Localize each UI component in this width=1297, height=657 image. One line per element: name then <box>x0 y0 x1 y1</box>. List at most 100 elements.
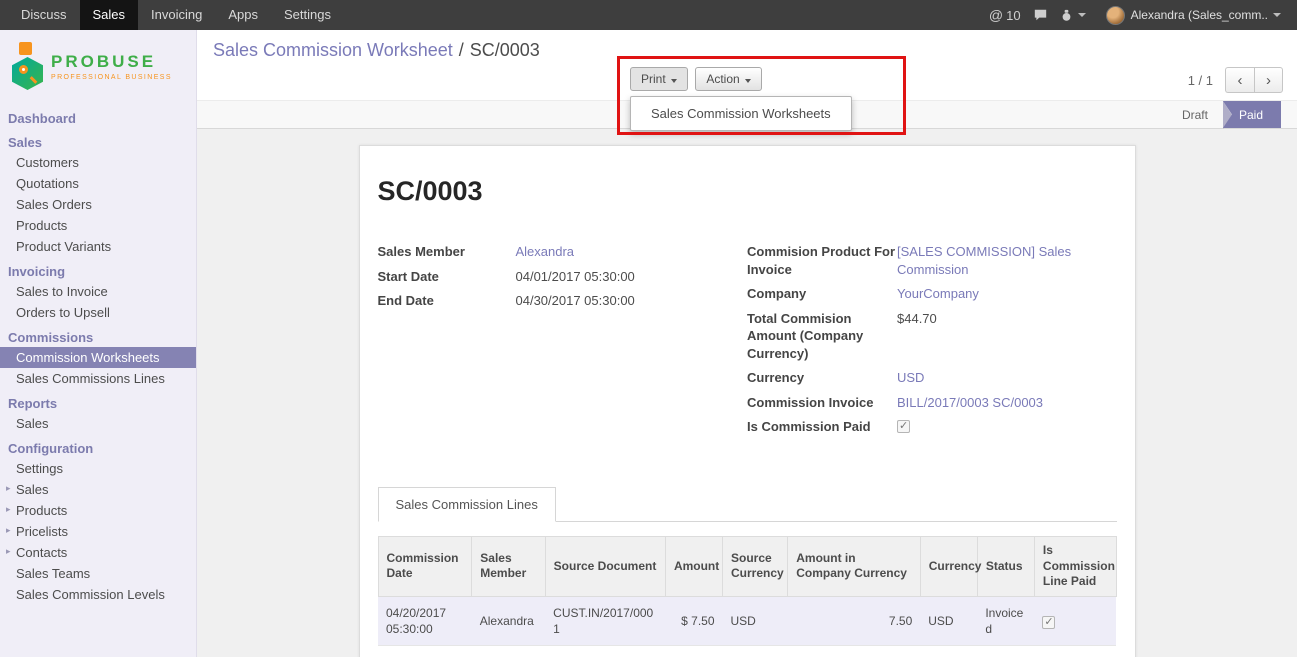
avatar <box>1106 6 1125 25</box>
cell-commission-date: 04/20/2017 05:30:00 <box>378 646 472 657</box>
field-label: End Date <box>378 292 516 310</box>
field-group-right: Commision Product For Invoice [SALES COM… <box>747 243 1117 443</box>
field-groups: Sales Member Alexandra Start Date 04/01/… <box>378 243 1117 443</box>
col-header-sales-member[interactable]: Sales Member <box>472 536 545 596</box>
sidebar-item-sales-commission-levels[interactable]: Sales Commission Levels <box>0 584 196 605</box>
form-view-content: SC/0003 Sales Member Alexandra Start Dat… <box>197 129 1297 657</box>
field-commission-product: Commision Product For Invoice [SALES COM… <box>747 243 1117 278</box>
col-header-amount[interactable]: Amount <box>665 536 722 596</box>
menu-sales[interactable]: Sales <box>80 0 139 30</box>
currency-link[interactable]: USD <box>897 369 924 387</box>
sidebar-item-contacts[interactable]: ▸Contacts <box>0 542 196 563</box>
cell-sales-member: Alexandra <box>472 646 545 657</box>
dropdown-item-sales-commission-worksheets[interactable]: Sales Commission Worksheets <box>631 101 851 126</box>
status-draft[interactable]: Draft <box>1167 101 1223 128</box>
logo-text: PROBUSE PROFESSIONAL BUSINESS <box>51 52 172 81</box>
magnifier-handle-icon <box>30 76 38 84</box>
field-label: Sales Member <box>378 243 516 261</box>
col-header-source-currency[interactable]: Source Currency <box>723 536 788 596</box>
sidebar-item-product-variants[interactable]: Product Variants <box>0 236 196 257</box>
field-sales-member: Sales Member Alexandra <box>378 243 722 261</box>
cell-currency: USD <box>920 646 977 657</box>
table-row[interactable]: 04/20/2017 05:30:00 Alexandra INV/2017/0… <box>378 646 1116 657</box>
breadcrumb-parent-link[interactable]: Sales Commission Worksheet <box>213 40 453 60</box>
col-header-source-document[interactable]: Source Document <box>545 536 665 596</box>
sidebar-item-orders-to-upsell[interactable]: Orders to Upsell <box>0 302 196 323</box>
cell-sales-member: Alexandra <box>472 596 545 645</box>
col-header-amount-company-currency[interactable]: Amount in Company Currency <box>788 536 921 596</box>
print-dropdown-menu: Sales Commission Worksheets <box>630 96 852 131</box>
sidebar-item-products[interactable]: Products <box>0 215 196 236</box>
sidebar: PROBUSE PROFESSIONAL BUSINESS Dashboard … <box>0 30 197 657</box>
sidebar-item-sales-teams[interactable]: Sales Teams <box>0 563 196 584</box>
sidebar-nav: Dashboard Sales Customers Quotations Sal… <box>0 108 196 605</box>
sidebar-heading-commissions[interactable]: Commissions <box>0 327 196 347</box>
cell-source-currency: USD <box>723 646 788 657</box>
cell-amount: $ 18.60 <box>665 646 722 657</box>
tab-sales-commission-lines[interactable]: Sales Commission Lines <box>378 487 556 522</box>
mentions-button[interactable]: @ 10 <box>983 0 1027 30</box>
magnifier-icon <box>19 65 28 74</box>
total-commission-amount-value: $44.70 <box>897 310 937 328</box>
menu-settings[interactable]: Settings <box>271 0 344 30</box>
cell-source-currency: USD <box>723 596 788 645</box>
col-header-status[interactable]: Status <box>977 536 1034 596</box>
cell-line-paid <box>1034 646 1116 657</box>
commission-invoice-link[interactable]: BILL/2017/0003 SC/0003 <box>897 394 1043 412</box>
debug-menu-button[interactable] <box>1054 0 1092 30</box>
sidebar-heading-sales[interactable]: Sales <box>0 132 196 152</box>
sidebar-heading-configuration[interactable]: Configuration <box>0 438 196 458</box>
sidebar-item-config-products[interactable]: ▸Products <box>0 500 196 521</box>
sidebar-item-sales-commissions-lines[interactable]: Sales Commissions Lines <box>0 368 196 389</box>
sidebar-item-quotations[interactable]: Quotations <box>0 173 196 194</box>
cell-currency: USD <box>920 596 977 645</box>
debug-icon <box>1060 9 1073 22</box>
end-date-value: 04/30/2017 05:30:00 <box>516 292 635 310</box>
field-end-date: End Date 04/30/2017 05:30:00 <box>378 292 722 310</box>
print-button[interactable]: Print <box>630 67 688 91</box>
user-menu[interactable]: Alexandra (Sales_comm.. <box>1092 0 1287 30</box>
sidebar-heading-reports[interactable]: Reports <box>0 393 196 413</box>
mention-count: 10 <box>1006 8 1020 23</box>
sidebar-item-commission-worksheets[interactable]: Commission Worksheets <box>0 347 196 368</box>
sidebar-item-reports-sales[interactable]: Sales <box>0 413 196 434</box>
sidebar-item-settings[interactable]: Settings <box>0 458 196 479</box>
col-header-line-paid[interactable]: Is Commission Line Paid <box>1034 536 1116 596</box>
field-total-commission-amount: Total Commision Amount (Company Currency… <box>747 310 1117 363</box>
sidebar-item-config-sales[interactable]: ▸Sales <box>0 479 196 500</box>
breadcrumb: Sales Commission Worksheet/SC/0003 <box>213 40 540 61</box>
cell-amount-company: 7.50 <box>788 596 921 645</box>
messages-button[interactable] <box>1027 0 1054 30</box>
is-commission-paid-checkbox[interactable] <box>897 420 910 433</box>
field-label: Start Date <box>378 268 516 286</box>
menu-apps[interactable]: Apps <box>215 0 271 30</box>
sidebar-item-sales-orders[interactable]: Sales Orders <box>0 194 196 215</box>
print-button-label: Print <box>641 72 666 86</box>
col-header-currency[interactable]: Currency <box>920 536 977 596</box>
chevron-down-icon <box>1273 13 1281 17</box>
probuse-logo[interactable]: PROBUSE PROFESSIONAL BUSINESS <box>0 30 196 104</box>
menu-discuss[interactable]: Discuss <box>8 0 80 30</box>
sidebar-heading-invoicing[interactable]: Invoicing <box>0 261 196 281</box>
company-link[interactable]: YourCompany <box>897 285 979 303</box>
sidebar-item-customers[interactable]: Customers <box>0 152 196 173</box>
sidebar-heading-dashboard[interactable]: Dashboard <box>0 108 196 128</box>
field-currency: Currency USD <box>747 369 1117 387</box>
col-header-commission-date[interactable]: Commission Date <box>378 536 472 596</box>
sales-member-link[interactable]: Alexandra <box>516 243 575 261</box>
action-button[interactable]: Action <box>695 67 761 91</box>
cell-commission-date: 04/20/2017 05:30:00 <box>378 596 472 645</box>
start-date-value: 04/01/2017 05:30:00 <box>516 268 635 286</box>
line-paid-checkbox[interactable] <box>1042 616 1055 629</box>
table-row[interactable]: 04/20/2017 05:30:00 Alexandra CUST.IN/20… <box>378 596 1116 645</box>
field-commission-invoice: Commission Invoice BILL/2017/0003 SC/000… <box>747 394 1117 412</box>
user-menu-label: Alexandra (Sales_comm.. <box>1131 8 1268 22</box>
field-start-date: Start Date 04/01/2017 05:30:00 <box>378 268 722 286</box>
sidebar-item-pricelists[interactable]: ▸Pricelists <box>0 521 196 542</box>
menu-invoicing[interactable]: Invoicing <box>138 0 215 30</box>
sidebar-item-sales-to-invoice[interactable]: Sales to Invoice <box>0 281 196 302</box>
pager-previous-button[interactable]: ‹ <box>1225 67 1254 93</box>
pager-next-button[interactable]: › <box>1254 67 1283 93</box>
notebook: Sales Commission Lines Commission Date S… <box>378 487 1117 657</box>
commission-product-link[interactable]: [SALES COMMISSION] Sales Commission <box>897 243 1112 278</box>
